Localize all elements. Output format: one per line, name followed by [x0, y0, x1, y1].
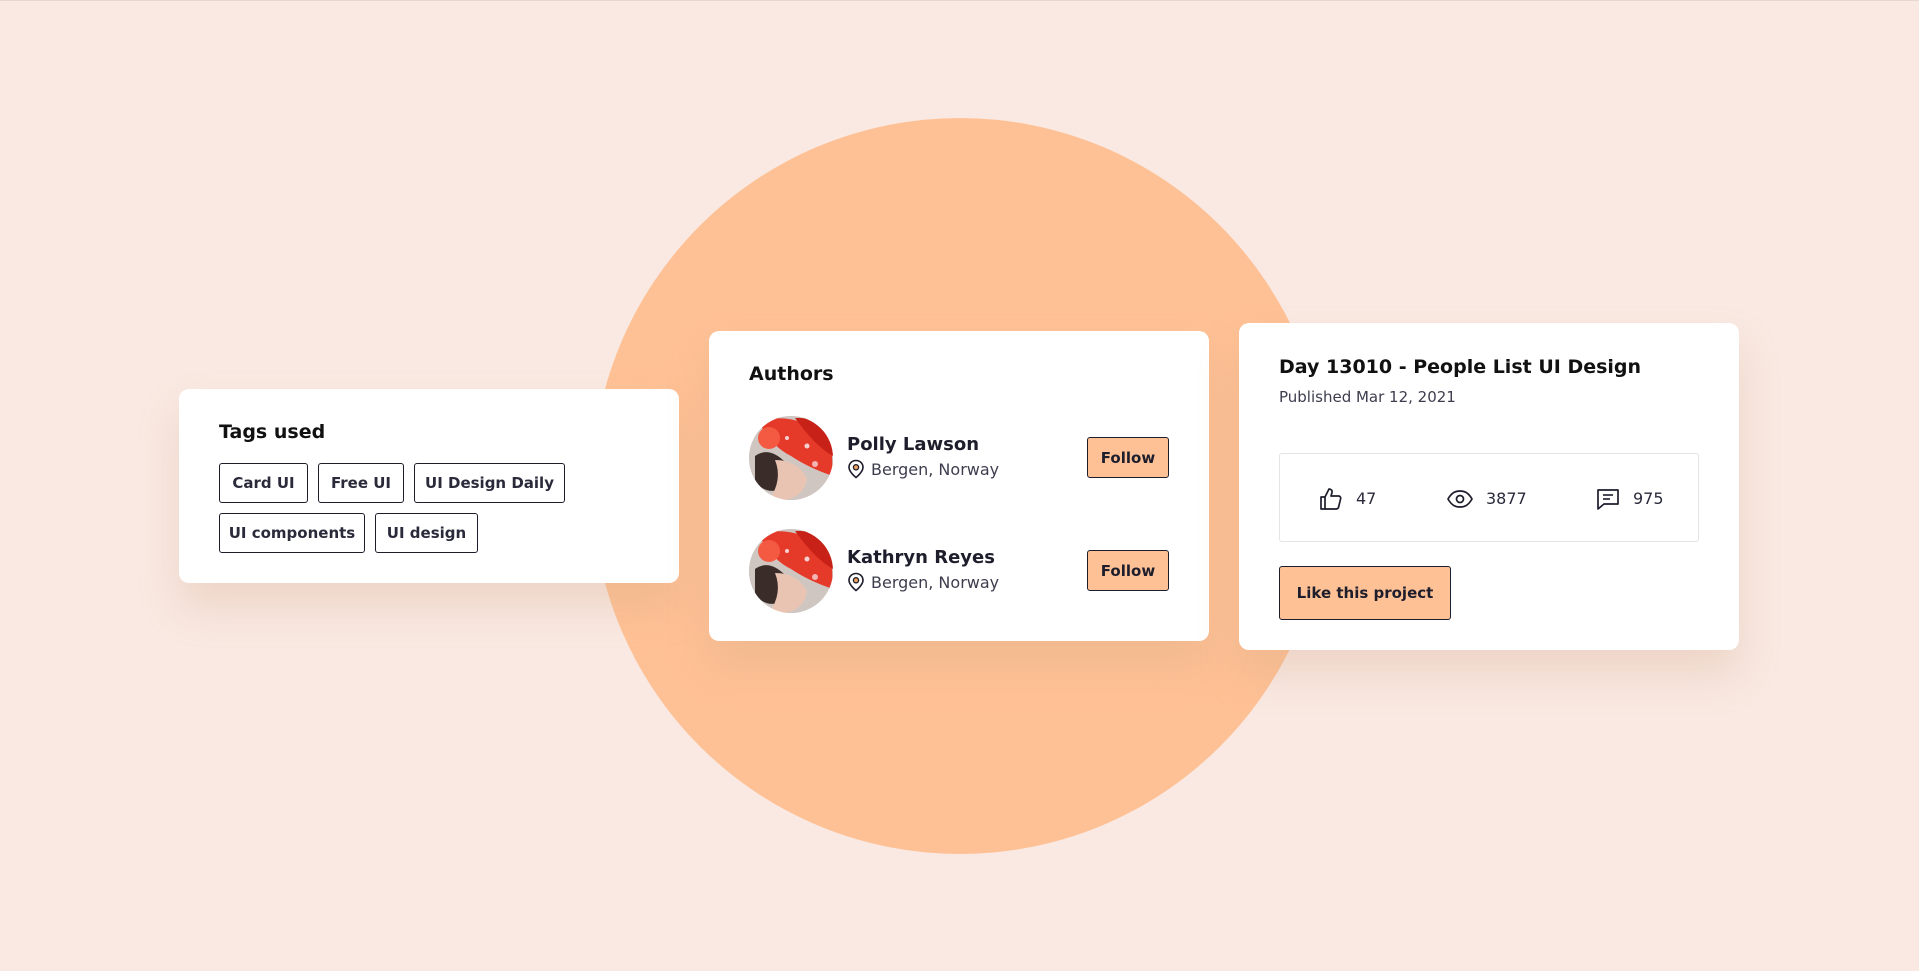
author-row: Kathryn Reyes Bergen, Norway Follow	[749, 529, 1169, 613]
tag-ui-design-daily[interactable]: UI Design Daily	[414, 463, 565, 503]
avatar[interactable]	[749, 529, 833, 613]
tag-ui-components[interactable]: UI components	[219, 513, 365, 553]
views-stat[interactable]: 3877	[1446, 454, 1527, 543]
author-location: Bergen, Norway	[847, 459, 999, 479]
author-row: Polly Lawson Bergen, Norway Follow	[749, 416, 1169, 500]
tags-card-title: Tags used	[219, 421, 326, 443]
stats-box: 47 3877 975	[1279, 453, 1699, 542]
tag-ui-design[interactable]: UI design	[375, 513, 478, 553]
author-location: Bergen, Norway	[847, 572, 999, 592]
like-project-button[interactable]: Like this project	[1279, 566, 1451, 620]
comments-stat[interactable]: 975	[1595, 454, 1664, 543]
project-title: Day 13010 - People List UI Design	[1279, 356, 1642, 378]
eye-icon	[1446, 486, 1474, 512]
likes-stat[interactable]: 47	[1318, 454, 1376, 543]
author-location-text: Bergen, Norway	[871, 572, 1000, 592]
comments-count: 975	[1633, 489, 1664, 508]
avatar[interactable]	[749, 416, 833, 500]
author-location-text: Bergen, Norway	[871, 459, 1000, 479]
views-count: 3877	[1486, 489, 1527, 508]
map-pin-icon	[847, 572, 865, 592]
authors-card-title: Authors	[749, 363, 834, 385]
thumbs-up-icon	[1318, 486, 1344, 512]
author-name[interactable]: Polly Lawson	[847, 434, 979, 455]
comment-icon	[1595, 486, 1621, 512]
top-divider	[0, 0, 1919, 1]
follow-button[interactable]: Follow	[1087, 437, 1169, 478]
author-name[interactable]: Kathryn Reyes	[847, 547, 995, 568]
map-pin-icon	[847, 459, 865, 479]
authors-card: Authors Polly Lawson Bergen, Norway Foll…	[709, 331, 1209, 641]
tag-card-ui[interactable]: Card UI	[219, 463, 308, 503]
project-card: Day 13010 - People List UI Design Publis…	[1239, 323, 1739, 650]
tag-free-ui[interactable]: Free UI	[318, 463, 404, 503]
published-date: Published Mar 12, 2021	[1279, 388, 1456, 406]
follow-button[interactable]: Follow	[1087, 550, 1169, 591]
likes-count: 47	[1356, 489, 1377, 508]
tags-card: Tags used Card UI Free UI UI Design Dail…	[179, 389, 679, 583]
